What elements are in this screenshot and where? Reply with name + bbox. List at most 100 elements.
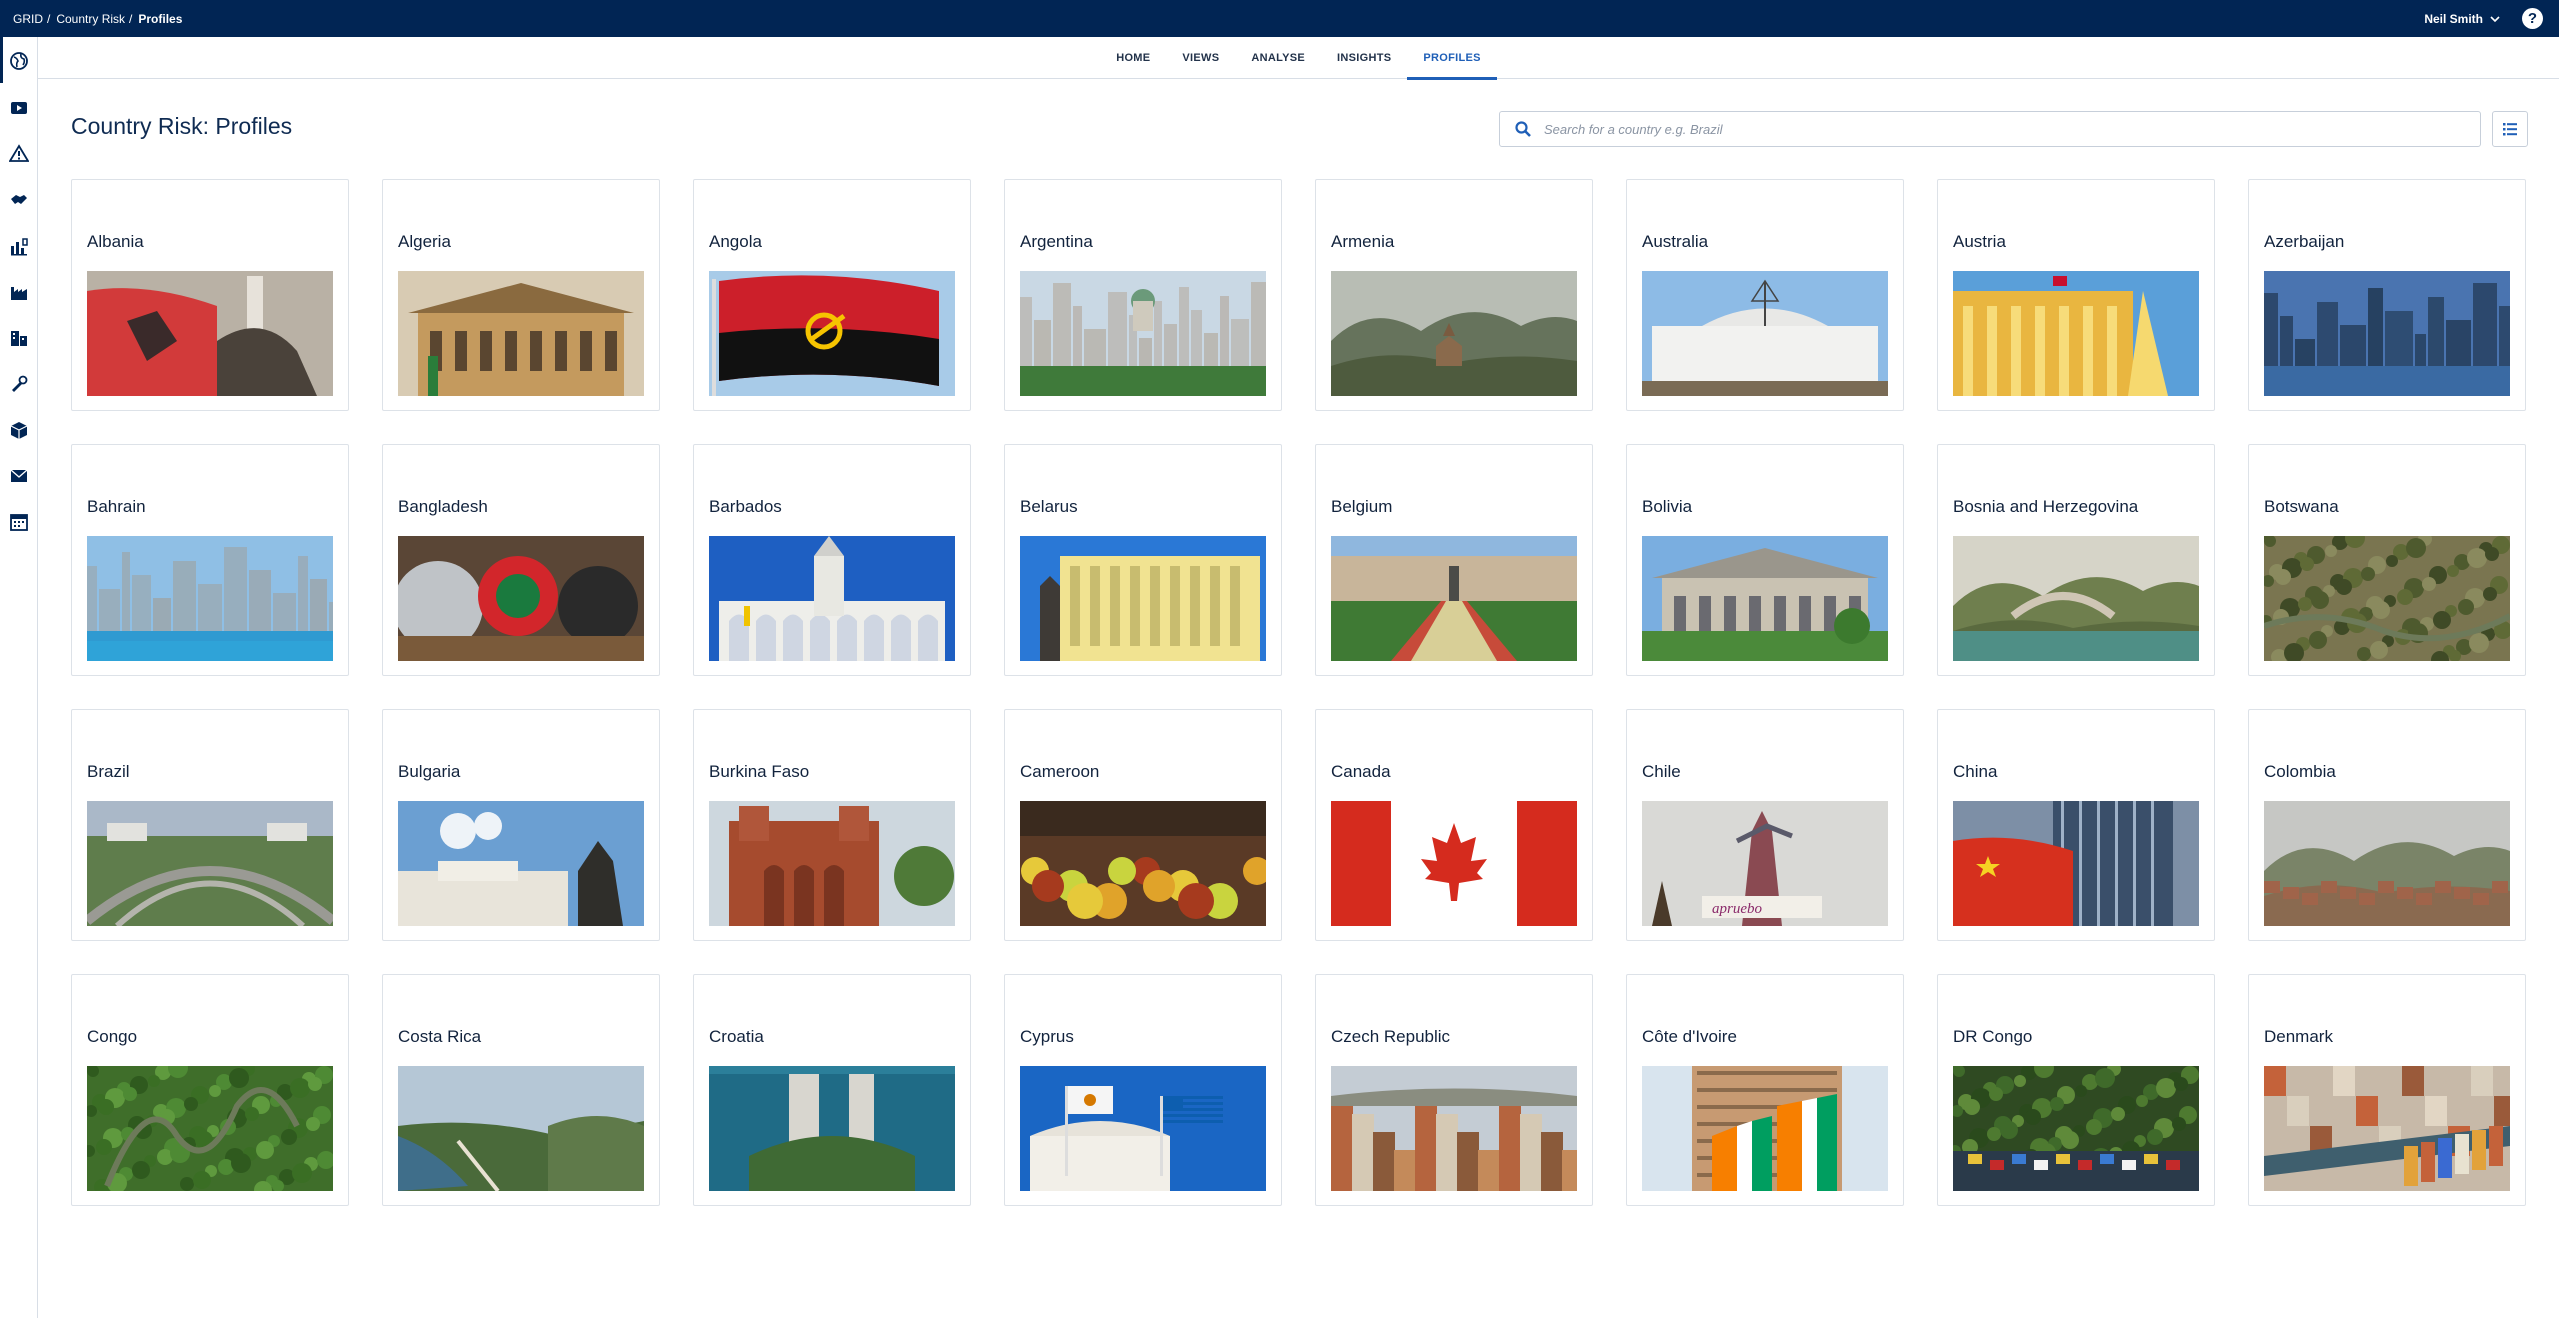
tab-views[interactable]: VIEWS xyxy=(1166,37,1235,79)
country-image xyxy=(1953,271,2199,396)
country-name: Bahrain xyxy=(87,497,146,516)
country-image xyxy=(1331,801,1577,926)
breadcrumb-separator: / xyxy=(47,11,51,26)
country-card[interactable]: Australia xyxy=(1626,179,1904,411)
buildings-icon[interactable] xyxy=(8,327,30,349)
breadcrumb-grid[interactable]: GRID xyxy=(13,12,43,26)
country-image xyxy=(87,801,333,926)
left-nav-rail xyxy=(0,37,38,1318)
country-card[interactable]: Bolivia xyxy=(1626,444,1904,676)
country-card[interactable]: Chile apruebo xyxy=(1626,709,1904,941)
country-card[interactable]: Bosnia and Herzegovina xyxy=(1937,444,2215,676)
country-name: Bangladesh xyxy=(398,497,488,516)
industry-chart-icon[interactable] xyxy=(8,235,30,257)
country-name: DR Congo xyxy=(1953,1027,2033,1046)
search-input[interactable] xyxy=(1544,121,2444,137)
calendar-icon[interactable] xyxy=(8,511,30,533)
country-image xyxy=(709,1066,955,1191)
country-card[interactable]: Bahrain xyxy=(71,444,349,676)
country-card[interactable]: Botswana xyxy=(2248,444,2526,676)
country-image xyxy=(1642,271,1888,396)
country-card[interactable]: Canada xyxy=(1315,709,1593,941)
country-image xyxy=(87,536,333,661)
country-card[interactable]: Burkina Faso xyxy=(693,709,971,941)
country-card[interactable]: Belgium xyxy=(1315,444,1593,676)
globe-icon[interactable] xyxy=(8,50,30,72)
country-name: Botswana xyxy=(2264,497,2339,516)
country-name: Burkina Faso xyxy=(709,762,810,781)
country-card[interactable]: Angola xyxy=(693,179,971,411)
country-name: Bulgaria xyxy=(398,762,461,781)
tab-profiles[interactable]: PROFILES xyxy=(1407,37,1498,80)
country-name: Angola xyxy=(709,232,762,251)
country-name: Belarus xyxy=(1020,497,1078,516)
country-card[interactable]: Algeria xyxy=(382,179,660,411)
country-card[interactable]: Austria xyxy=(1937,179,2215,411)
country-image xyxy=(1020,1066,1266,1191)
country-image xyxy=(709,801,955,926)
country-card[interactable]: Costa Rica xyxy=(382,974,660,1206)
country-name: Algeria xyxy=(398,232,451,251)
svg-text:apruebo: apruebo xyxy=(1712,901,1762,917)
country-card[interactable]: Denmark xyxy=(2248,974,2526,1206)
country-name: Congo xyxy=(87,1027,138,1046)
country-search xyxy=(1499,111,2481,147)
country-name: Chile xyxy=(1642,762,1681,781)
main-tabs: HOME VIEWS ANALYSE INSIGHTS PROFILES xyxy=(38,37,2559,80)
country-image xyxy=(709,271,955,396)
country-name: Côte d'Ivoire xyxy=(1642,1027,1737,1046)
country-name: Austria xyxy=(1953,232,2006,251)
country-card[interactable]: China xyxy=(1937,709,2215,941)
country-image xyxy=(709,536,955,661)
rail-active-indicator xyxy=(0,37,3,83)
mail-icon[interactable] xyxy=(8,465,30,487)
country-card[interactable]: Albania xyxy=(71,179,349,411)
country-image xyxy=(1953,801,2199,926)
country-card[interactable]: Croatia xyxy=(693,974,971,1206)
list-icon xyxy=(2503,123,2517,136)
user-menu[interactable]: Neil Smith xyxy=(2424,0,2501,37)
handshake-icon[interactable] xyxy=(8,189,30,211)
country-name: Australia xyxy=(1642,232,1709,251)
country-card[interactable]: Brazil xyxy=(71,709,349,941)
country-name: Colombia xyxy=(2264,762,2336,781)
country-card[interactable]: Barbados xyxy=(693,444,971,676)
country-name: Argentina xyxy=(1020,232,1093,251)
country-card[interactable]: Bulgaria xyxy=(382,709,660,941)
country-name: Canada xyxy=(1331,762,1391,781)
help-icon[interactable]: ? xyxy=(2522,8,2543,29)
country-card[interactable]: Bangladesh xyxy=(382,444,660,676)
country-card[interactable]: Azerbaijan xyxy=(2248,179,2526,411)
country-card[interactable]: Cyprus xyxy=(1004,974,1282,1206)
country-name: Azerbaijan xyxy=(2264,232,2345,251)
country-name: Albania xyxy=(87,232,144,251)
list-view-button[interactable] xyxy=(2492,111,2528,147)
country-grid: Albania Algeria Angola Argentina Armenia Au… xyxy=(71,179,2527,1206)
tab-analyse[interactable]: ANALYSE xyxy=(1235,37,1321,79)
country-card[interactable]: Argentina xyxy=(1004,179,1282,411)
tab-insights[interactable]: INSIGHTS xyxy=(1321,37,1407,79)
country-card[interactable]: Cameroon xyxy=(1004,709,1282,941)
country-image xyxy=(2264,801,2510,926)
country-name: China xyxy=(1953,762,1998,781)
breadcrumb-country-risk[interactable]: Country Risk xyxy=(56,12,125,26)
country-image xyxy=(1331,1066,1577,1191)
country-card[interactable]: DR Congo xyxy=(1937,974,2215,1206)
country-card[interactable]: Armenia xyxy=(1315,179,1593,411)
tools-icon[interactable] xyxy=(8,373,30,395)
country-name: Belgium xyxy=(1331,497,1393,516)
country-card[interactable]: Belarus xyxy=(1004,444,1282,676)
user-name: Neil Smith xyxy=(2424,11,2483,26)
play-icon[interactable] xyxy=(8,97,30,119)
country-card[interactable]: Côte d'Ivoire xyxy=(1626,974,1904,1206)
country-card[interactable]: Colombia xyxy=(2248,709,2526,941)
warning-icon[interactable] xyxy=(8,143,30,165)
factory-icon[interactable] xyxy=(8,281,30,303)
tab-home[interactable]: HOME xyxy=(1100,37,1166,79)
country-card[interactable]: Czech Republic xyxy=(1315,974,1593,1206)
chevron-down-icon xyxy=(2490,15,2500,22)
country-image xyxy=(1953,1066,2199,1191)
country-card[interactable]: Congo xyxy=(71,974,349,1206)
country-image xyxy=(1020,271,1266,396)
box-icon[interactable] xyxy=(8,419,30,441)
